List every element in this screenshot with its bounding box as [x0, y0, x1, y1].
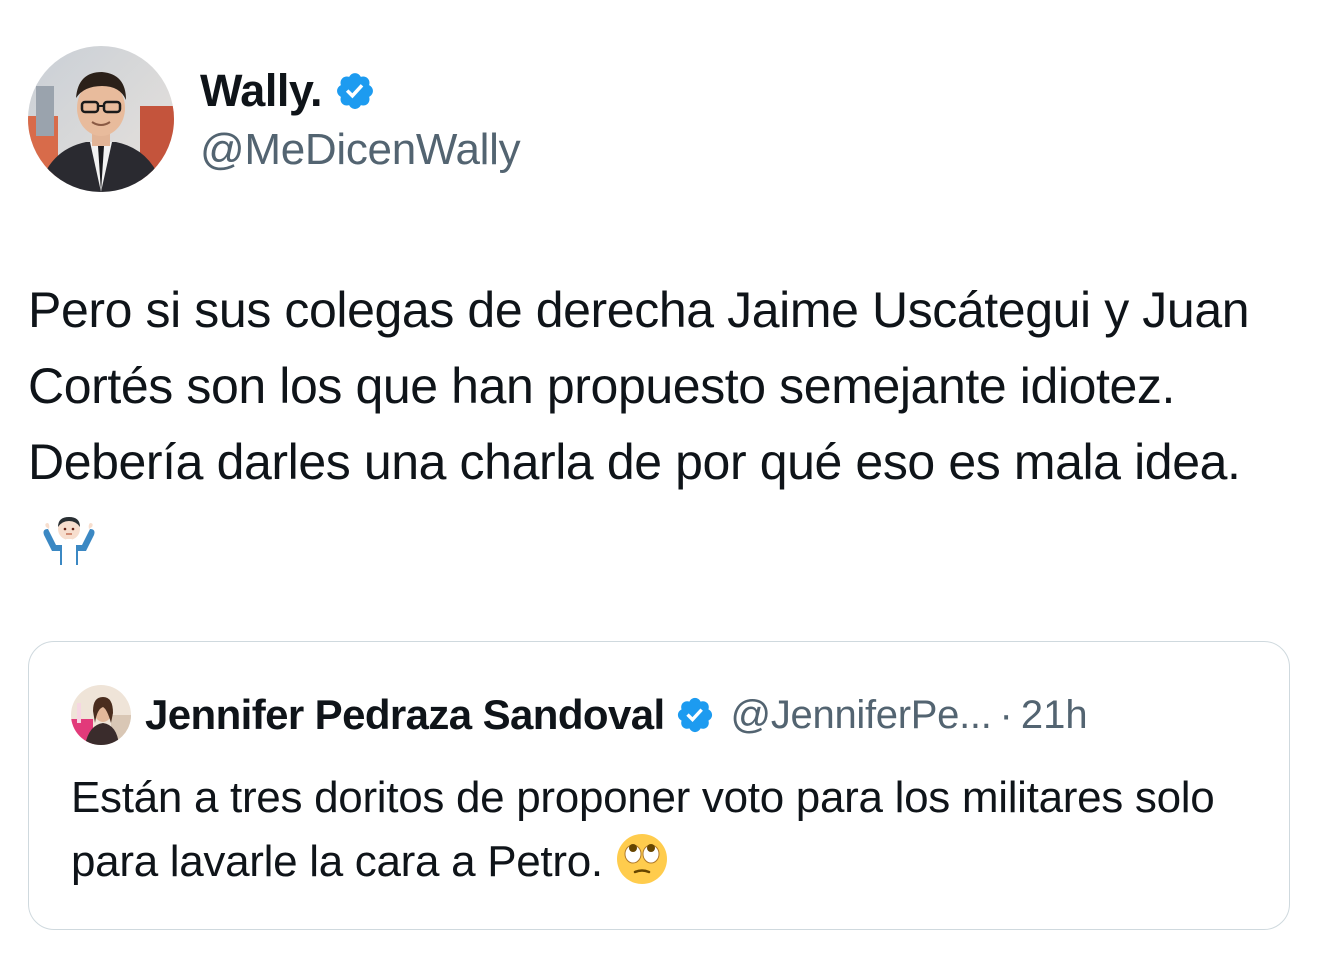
- tweet-body: Pero si sus colegas de derecha Jaime Usc…: [28, 272, 1298, 586]
- quoted-author-avatar: [71, 685, 131, 745]
- author-name[interactable]: Wally.: [200, 65, 323, 117]
- quoted-tweet[interactable]: Jennifer Pedraza Sandoval @JenniferPe...…: [28, 641, 1290, 930]
- quoted-author-name[interactable]: Jennifer Pedraza Sandoval: [145, 691, 665, 739]
- verified-badge-icon: [677, 697, 712, 733]
- tweet-header: Wally. @MeDicenWally: [28, 46, 521, 192]
- author-avatar[interactable]: [28, 46, 174, 192]
- author-name-row: Wally.: [200, 63, 520, 119]
- separator-dot: ·: [999, 692, 1013, 737]
- quoted-tweet-body: Están a tres doritos de proponer voto pa…: [71, 766, 1251, 904]
- tweet-text: Pero si sus colegas de derecha Jaime Usc…: [28, 282, 1250, 490]
- tweet-card[interactable]: Wally. @MeDicenWally Pero si sus colegas…: [0, 0, 1320, 979]
- quoted-tweet-header: Jennifer Pedraza Sandoval @JenniferPe...…: [71, 684, 1088, 746]
- quoted-timestamp[interactable]: 21h: [1021, 693, 1088, 738]
- author-identity: Wally. @MeDicenWally: [200, 63, 521, 175]
- verified-badge-icon: [337, 73, 373, 109]
- face-with-rolling-eyes-emoji-icon: [615, 832, 669, 904]
- quoted-author-handle[interactable]: @JenniferPe...: [731, 693, 992, 738]
- author-handle[interactable]: @MeDicenWally: [200, 125, 521, 175]
- person-shrugging-emoji-icon: [40, 510, 98, 586]
